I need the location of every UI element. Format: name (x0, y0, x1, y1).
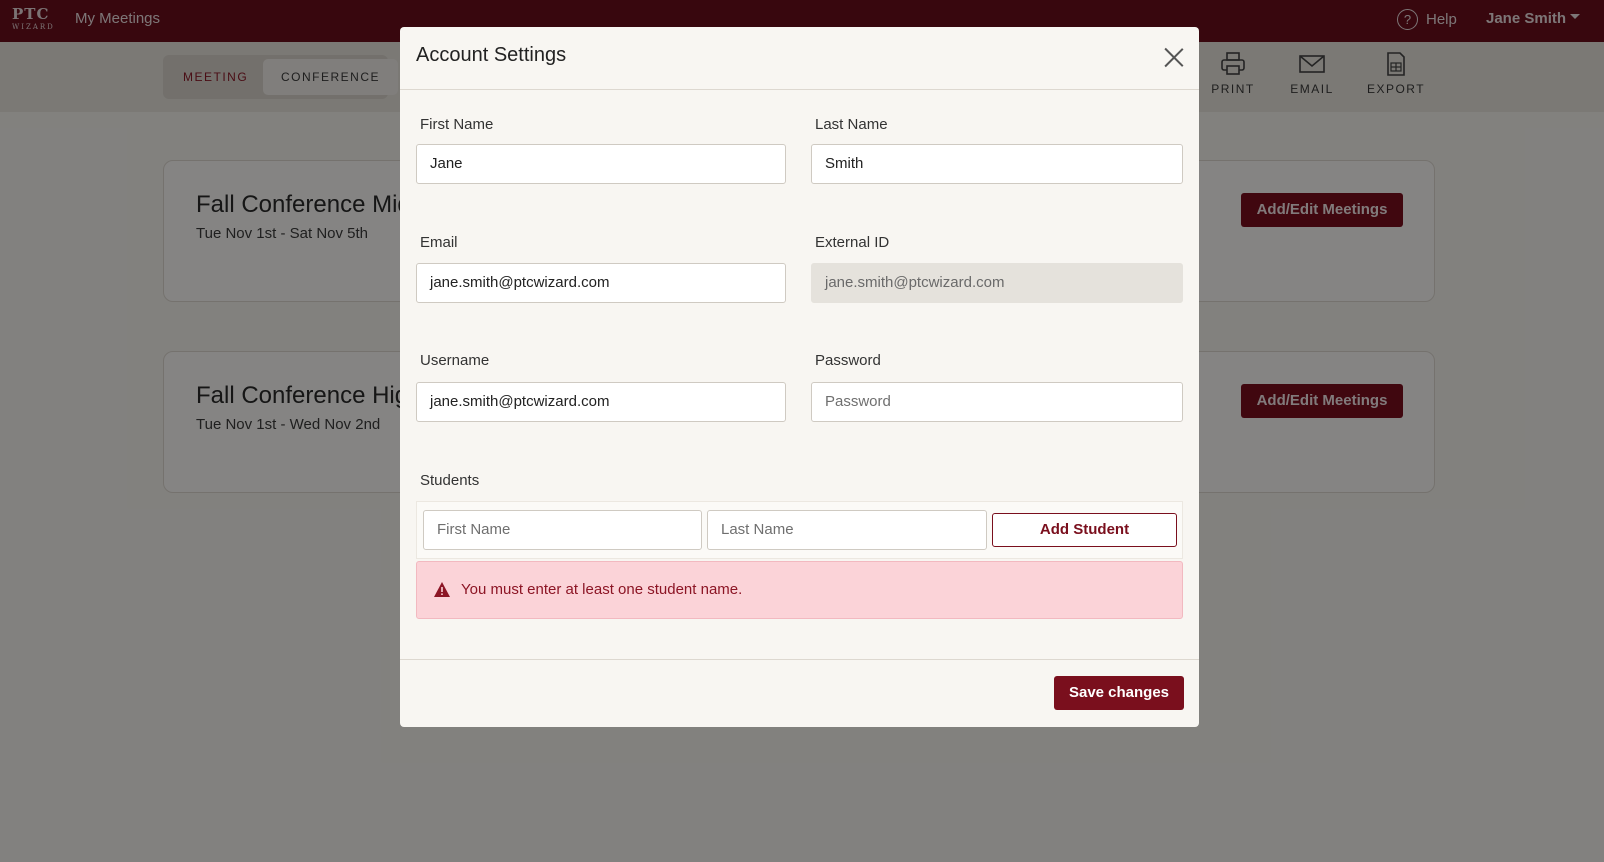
external-id-input: jane.smith@ptcwizard.com (811, 263, 1183, 303)
save-changes-button[interactable]: Save changes (1054, 676, 1184, 710)
email-input[interactable]: jane.smith@ptcwizard.com (416, 263, 786, 303)
student-first-name-input[interactable]: First Name (423, 510, 702, 550)
email-label: Email (420, 234, 458, 251)
username-input[interactable]: jane.smith@ptcwizard.com (416, 382, 786, 422)
students-label: Students (420, 472, 480, 489)
modal-title: Account Settings (416, 44, 567, 66)
first-name-input[interactable]: Jane (416, 144, 786, 184)
last-name-input[interactable]: Smith (811, 144, 1183, 184)
student-last-name-input[interactable]: Last Name (707, 510, 987, 550)
warning-triangle-icon (434, 582, 450, 597)
close-icon[interactable] (1163, 47, 1185, 69)
username-label: Username (420, 352, 490, 369)
last-name-label: Last Name (815, 116, 888, 133)
modal-footer: Save changes (400, 659, 1199, 727)
add-student-button[interactable]: Add Student (992, 513, 1177, 547)
external-id-label: External ID (815, 234, 890, 251)
account-settings-modal: Account Settings First Name Jane Last Na… (400, 27, 1199, 727)
first-name-label: First Name (420, 116, 494, 133)
modal-header: Account Settings (400, 27, 1199, 90)
alert-message: You must enter at least one student name… (461, 581, 743, 598)
student-required-alert: You must enter at least one student name… (416, 561, 1183, 619)
password-label: Password (815, 352, 881, 369)
password-input[interactable]: Password (811, 382, 1183, 422)
